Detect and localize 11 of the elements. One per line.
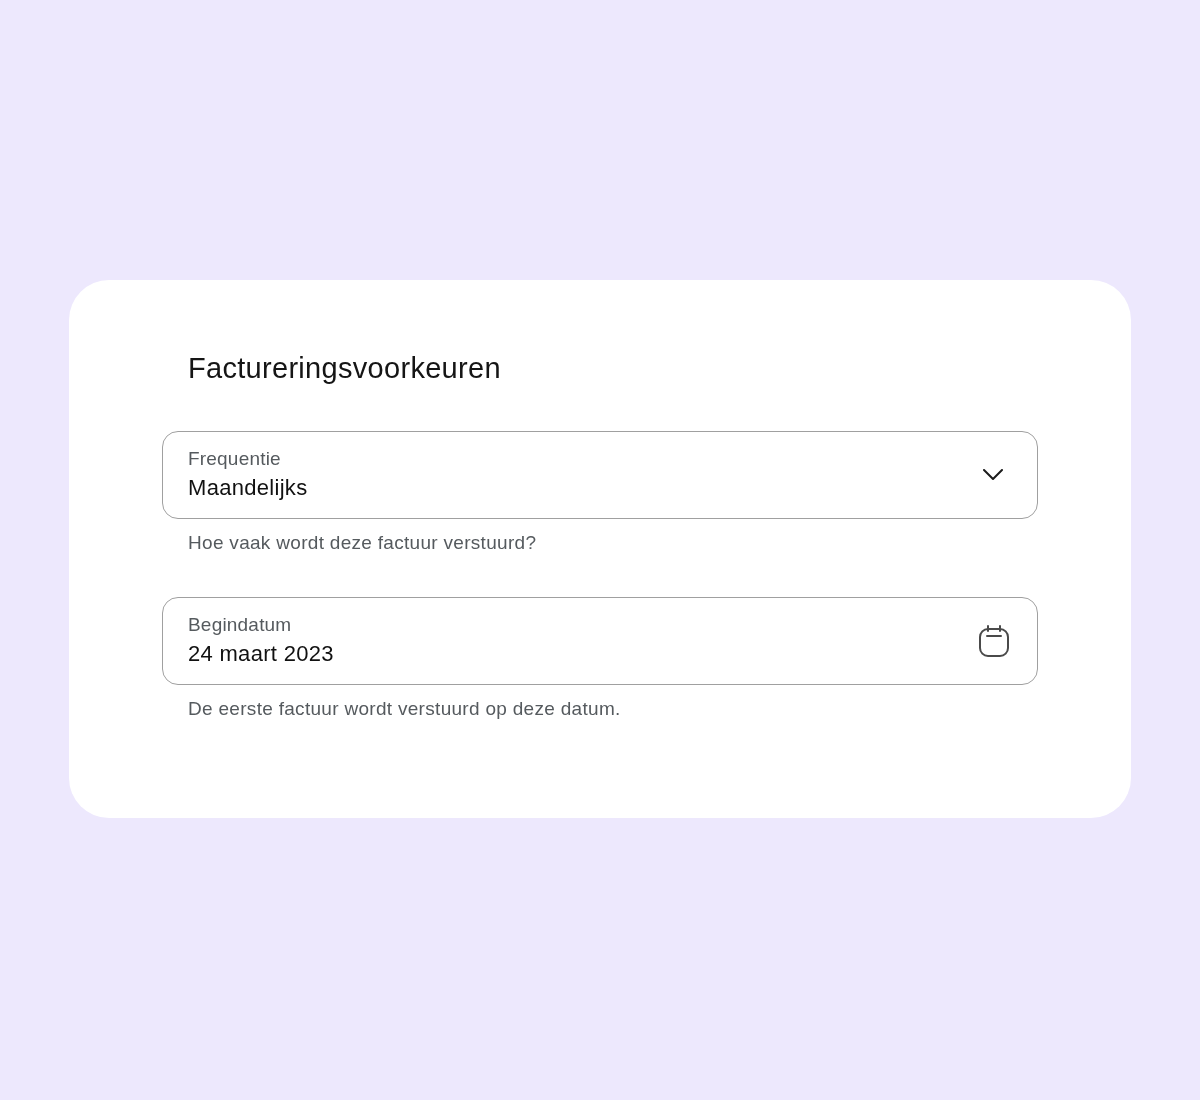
helper-text: Hoe vaak wordt deze factuur verstuurd? — [188, 531, 537, 555]
field-label: Begindatum — [188, 614, 292, 636]
date-field[interactable]: Begindatum 24 maart 2023 — [162, 597, 1038, 685]
chevron-down-icon[interactable] — [983, 469, 1003, 481]
dropdown-field[interactable]: Frequentie Maandelijks — [162, 431, 1038, 519]
field-value: Maandelijks — [188, 474, 308, 502]
card-title: Factureringsvoorkeuren — [188, 351, 501, 386]
calendar-icon[interactable] — [979, 625, 1009, 657]
helper-text: De eerste factuur wordt verstuurd op deze datum. — [188, 697, 621, 721]
field-label: Frequentie — [188, 448, 281, 470]
field-value: 24 maart 2023 — [188, 640, 334, 668]
